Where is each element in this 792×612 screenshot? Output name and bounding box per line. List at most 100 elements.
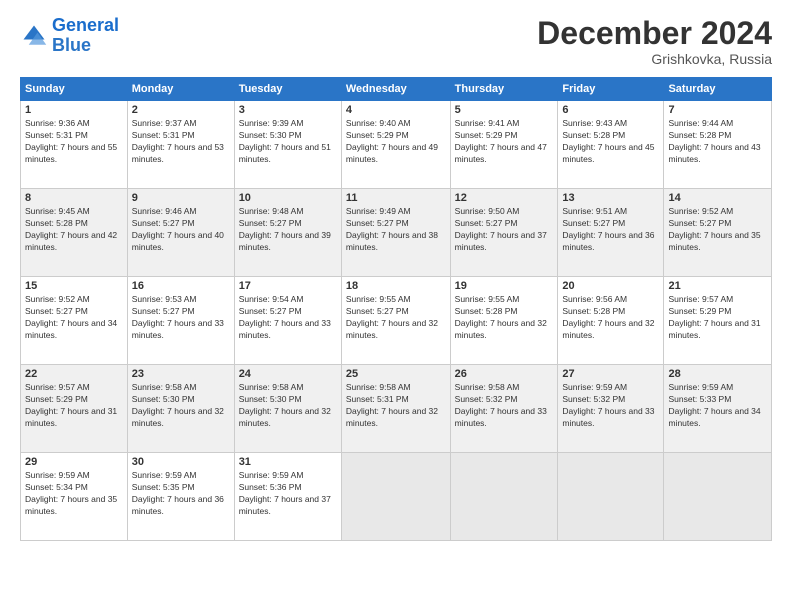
day-number: 20 bbox=[562, 280, 659, 292]
day-info: Sunrise: 9:50 AM Sunset: 5:27 PM Dayligh… bbox=[455, 206, 554, 254]
table-row: 3 Sunrise: 9:39 AM Sunset: 5:30 PM Dayli… bbox=[234, 101, 341, 189]
col-saturday: Saturday bbox=[664, 78, 772, 101]
day-info: Sunrise: 9:59 AM Sunset: 5:33 PM Dayligh… bbox=[668, 382, 767, 430]
calendar-week-row: 15 Sunrise: 9:52 AM Sunset: 5:27 PM Dayl… bbox=[21, 277, 772, 365]
logo-text: General Blue bbox=[52, 16, 119, 56]
day-info: Sunrise: 9:59 AM Sunset: 5:36 PM Dayligh… bbox=[239, 470, 337, 518]
day-info: Sunrise: 9:51 AM Sunset: 5:27 PM Dayligh… bbox=[562, 206, 659, 254]
table-row: 9 Sunrise: 9:46 AM Sunset: 5:27 PM Dayli… bbox=[127, 189, 234, 277]
day-info: Sunrise: 9:59 AM Sunset: 5:35 PM Dayligh… bbox=[132, 470, 230, 518]
day-info: Sunrise: 9:37 AM Sunset: 5:31 PM Dayligh… bbox=[132, 118, 230, 166]
day-number: 13 bbox=[562, 192, 659, 204]
calendar-week-row: 1 Sunrise: 9:36 AM Sunset: 5:31 PM Dayli… bbox=[21, 101, 772, 189]
day-info: Sunrise: 9:57 AM Sunset: 5:29 PM Dayligh… bbox=[25, 382, 123, 430]
day-number: 6 bbox=[562, 104, 659, 116]
table-row: 29 Sunrise: 9:59 AM Sunset: 5:34 PM Dayl… bbox=[21, 453, 128, 541]
table-row: 20 Sunrise: 9:56 AM Sunset: 5:28 PM Dayl… bbox=[558, 277, 664, 365]
day-number: 12 bbox=[455, 192, 554, 204]
day-number: 1 bbox=[25, 104, 123, 116]
col-thursday: Thursday bbox=[450, 78, 558, 101]
day-number: 5 bbox=[455, 104, 554, 116]
day-info: Sunrise: 9:52 AM Sunset: 5:27 PM Dayligh… bbox=[668, 206, 767, 254]
day-info: Sunrise: 9:40 AM Sunset: 5:29 PM Dayligh… bbox=[346, 118, 446, 166]
table-row: 15 Sunrise: 9:52 AM Sunset: 5:27 PM Dayl… bbox=[21, 277, 128, 365]
day-number: 31 bbox=[239, 456, 337, 468]
day-number: 8 bbox=[25, 192, 123, 204]
day-info: Sunrise: 9:36 AM Sunset: 5:31 PM Dayligh… bbox=[25, 118, 123, 166]
day-info: Sunrise: 9:53 AM Sunset: 5:27 PM Dayligh… bbox=[132, 294, 230, 342]
table-row: 16 Sunrise: 9:53 AM Sunset: 5:27 PM Dayl… bbox=[127, 277, 234, 365]
day-number: 4 bbox=[346, 104, 446, 116]
table-row: 25 Sunrise: 9:58 AM Sunset: 5:31 PM Dayl… bbox=[341, 365, 450, 453]
table-row: 18 Sunrise: 9:55 AM Sunset: 5:27 PM Dayl… bbox=[341, 277, 450, 365]
table-row: 17 Sunrise: 9:54 AM Sunset: 5:27 PM Dayl… bbox=[234, 277, 341, 365]
table-row: 4 Sunrise: 9:40 AM Sunset: 5:29 PM Dayli… bbox=[341, 101, 450, 189]
day-number: 10 bbox=[239, 192, 337, 204]
day-number: 22 bbox=[25, 368, 123, 380]
table-row: 6 Sunrise: 9:43 AM Sunset: 5:28 PM Dayli… bbox=[558, 101, 664, 189]
day-info: Sunrise: 9:58 AM Sunset: 5:31 PM Dayligh… bbox=[346, 382, 446, 430]
table-row: 28 Sunrise: 9:59 AM Sunset: 5:33 PM Dayl… bbox=[664, 365, 772, 453]
page: General Blue December 2024 Grishkovka, R… bbox=[0, 0, 792, 612]
table-row: 11 Sunrise: 9:49 AM Sunset: 5:27 PM Dayl… bbox=[341, 189, 450, 277]
header: General Blue December 2024 Grishkovka, R… bbox=[20, 16, 772, 67]
col-monday: Monday bbox=[127, 78, 234, 101]
table-row bbox=[341, 453, 450, 541]
calendar-week-row: 8 Sunrise: 9:45 AM Sunset: 5:28 PM Dayli… bbox=[21, 189, 772, 277]
day-number: 18 bbox=[346, 280, 446, 292]
table-row bbox=[664, 453, 772, 541]
logo-icon bbox=[20, 22, 48, 50]
day-info: Sunrise: 9:49 AM Sunset: 5:27 PM Dayligh… bbox=[346, 206, 446, 254]
table-row: 24 Sunrise: 9:58 AM Sunset: 5:30 PM Dayl… bbox=[234, 365, 341, 453]
day-number: 15 bbox=[25, 280, 123, 292]
day-number: 14 bbox=[668, 192, 767, 204]
day-number: 16 bbox=[132, 280, 230, 292]
day-number: 25 bbox=[346, 368, 446, 380]
table-row: 13 Sunrise: 9:51 AM Sunset: 5:27 PM Dayl… bbox=[558, 189, 664, 277]
day-number: 23 bbox=[132, 368, 230, 380]
calendar-week-row: 29 Sunrise: 9:59 AM Sunset: 5:34 PM Dayl… bbox=[21, 453, 772, 541]
table-row: 30 Sunrise: 9:59 AM Sunset: 5:35 PM Dayl… bbox=[127, 453, 234, 541]
table-row: 31 Sunrise: 9:59 AM Sunset: 5:36 PM Dayl… bbox=[234, 453, 341, 541]
table-row: 27 Sunrise: 9:59 AM Sunset: 5:32 PM Dayl… bbox=[558, 365, 664, 453]
day-number: 27 bbox=[562, 368, 659, 380]
day-number: 2 bbox=[132, 104, 230, 116]
day-info: Sunrise: 9:58 AM Sunset: 5:30 PM Dayligh… bbox=[239, 382, 337, 430]
day-info: Sunrise: 9:52 AM Sunset: 5:27 PM Dayligh… bbox=[25, 294, 123, 342]
location: Grishkovka, Russia bbox=[537, 51, 772, 67]
table-row: 2 Sunrise: 9:37 AM Sunset: 5:31 PM Dayli… bbox=[127, 101, 234, 189]
table-row: 12 Sunrise: 9:50 AM Sunset: 5:27 PM Dayl… bbox=[450, 189, 558, 277]
day-info: Sunrise: 9:48 AM Sunset: 5:27 PM Dayligh… bbox=[239, 206, 337, 254]
day-number: 29 bbox=[25, 456, 123, 468]
day-info: Sunrise: 9:58 AM Sunset: 5:32 PM Dayligh… bbox=[455, 382, 554, 430]
month-title: December 2024 bbox=[537, 16, 772, 51]
day-info: Sunrise: 9:43 AM Sunset: 5:28 PM Dayligh… bbox=[562, 118, 659, 166]
day-info: Sunrise: 9:57 AM Sunset: 5:29 PM Dayligh… bbox=[668, 294, 767, 342]
day-number: 3 bbox=[239, 104, 337, 116]
logo-blue: Blue bbox=[52, 35, 91, 55]
table-row: 22 Sunrise: 9:57 AM Sunset: 5:29 PM Dayl… bbox=[21, 365, 128, 453]
day-number: 21 bbox=[668, 280, 767, 292]
logo-general: General bbox=[52, 15, 119, 35]
day-number: 26 bbox=[455, 368, 554, 380]
table-row bbox=[558, 453, 664, 541]
calendar-week-row: 22 Sunrise: 9:57 AM Sunset: 5:29 PM Dayl… bbox=[21, 365, 772, 453]
day-number: 30 bbox=[132, 456, 230, 468]
table-row: 7 Sunrise: 9:44 AM Sunset: 5:28 PM Dayli… bbox=[664, 101, 772, 189]
day-info: Sunrise: 9:39 AM Sunset: 5:30 PM Dayligh… bbox=[239, 118, 337, 166]
table-row: 21 Sunrise: 9:57 AM Sunset: 5:29 PM Dayl… bbox=[664, 277, 772, 365]
day-number: 17 bbox=[239, 280, 337, 292]
col-tuesday: Tuesday bbox=[234, 78, 341, 101]
table-row: 14 Sunrise: 9:52 AM Sunset: 5:27 PM Dayl… bbox=[664, 189, 772, 277]
day-info: Sunrise: 9:59 AM Sunset: 5:34 PM Dayligh… bbox=[25, 470, 123, 518]
col-wednesday: Wednesday bbox=[341, 78, 450, 101]
day-number: 11 bbox=[346, 192, 446, 204]
logo: General Blue bbox=[20, 16, 119, 56]
table-row: 1 Sunrise: 9:36 AM Sunset: 5:31 PM Dayli… bbox=[21, 101, 128, 189]
table-row: 5 Sunrise: 9:41 AM Sunset: 5:29 PM Dayli… bbox=[450, 101, 558, 189]
table-row: 26 Sunrise: 9:58 AM Sunset: 5:32 PM Dayl… bbox=[450, 365, 558, 453]
day-info: Sunrise: 9:55 AM Sunset: 5:28 PM Dayligh… bbox=[455, 294, 554, 342]
day-number: 7 bbox=[668, 104, 767, 116]
table-row: 8 Sunrise: 9:45 AM Sunset: 5:28 PM Dayli… bbox=[21, 189, 128, 277]
day-info: Sunrise: 9:44 AM Sunset: 5:28 PM Dayligh… bbox=[668, 118, 767, 166]
